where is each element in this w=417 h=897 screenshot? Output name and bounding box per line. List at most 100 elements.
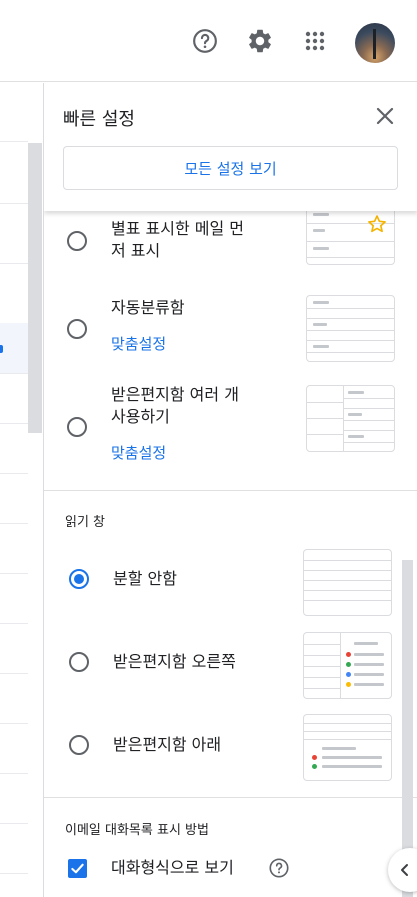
chevron-left-icon: [401, 864, 408, 876]
preview-divider: [304, 580, 391, 581]
preview-divider: [304, 644, 340, 645]
option-label-multiple-inboxes: 받은편지함 여러 개 사용하기: [111, 384, 239, 428]
preview-line: [313, 229, 325, 232]
radio-below-inbox[interactable]: [69, 735, 89, 755]
checkmark-icon: [71, 863, 84, 874]
preview-divider: [343, 442, 394, 443]
no-split-preview: [303, 549, 392, 616]
preview-line: [313, 301, 329, 304]
preview-divider: [304, 739, 391, 740]
preview-line: [354, 663, 384, 666]
option-label-line: 별표 표시한 메일 먼: [111, 219, 245, 238]
list-item[interactable]: [0, 323, 28, 373]
list-row-divider: [0, 673, 28, 674]
top-bar: [0, 0, 417, 82]
list-row-divider: [0, 203, 28, 204]
radio-categorized[interactable]: [67, 319, 87, 339]
preview-line: [354, 673, 384, 676]
preview-line: [322, 747, 356, 750]
customize-link-multiple-inboxes[interactable]: 맞춤설정: [111, 442, 166, 463]
option-label-categorized: 자동분류함: [111, 298, 185, 317]
option-label-no-split: 분할 안함: [113, 569, 177, 588]
preview-divider: [304, 655, 340, 656]
list-row-divider: [0, 473, 28, 474]
preview-divider: [307, 434, 343, 435]
list-row-divider: [0, 623, 28, 624]
preview-vdivider: [340, 633, 341, 698]
preview-line: [354, 642, 378, 645]
preview-divider: [307, 418, 343, 419]
list-row-divider: [0, 373, 28, 374]
green-dot: [312, 764, 317, 769]
below-inbox-preview: [303, 714, 392, 781]
red-dot: [312, 755, 317, 760]
preview-divider: [307, 308, 394, 309]
radio-right-of-inbox[interactable]: [69, 652, 89, 672]
preview-divider: [304, 731, 391, 732]
preview-line: [313, 213, 329, 216]
categorized-preview: [306, 295, 395, 362]
list-row-divider: [0, 141, 28, 142]
preview-line: [348, 391, 364, 394]
quick-settings-header: 빠른 설정 모든 설정 보기: [44, 83, 417, 211]
yellow-dot: [346, 682, 351, 687]
help-icon[interactable]: [268, 857, 290, 879]
multiple-inboxes-preview: [306, 385, 395, 452]
radio-no-split[interactable]: [69, 569, 89, 589]
preview-divider: [307, 318, 394, 319]
preview-line: [348, 413, 362, 416]
preview-divider: [343, 430, 394, 431]
option-label-line: 저 표시: [111, 241, 161, 260]
close-icon[interactable]: [372, 103, 398, 129]
option-label-line: 받은편지함 여러 개: [111, 385, 239, 404]
option-label-starred-first: 별표 표시한 메일 먼 저 표시: [111, 218, 244, 262]
panel-title: 빠른 설정: [63, 109, 135, 130]
gear-icon[interactable]: [243, 24, 277, 58]
mail-list-scrollbar[interactable]: [28, 143, 42, 433]
preview-line: [313, 247, 329, 250]
radio-multiple-inboxes[interactable]: [67, 417, 87, 437]
preview-line: [354, 683, 384, 686]
preview-line: [354, 653, 384, 656]
see-all-settings-button[interactable]: 모든 설정 보기: [63, 146, 398, 190]
apps-grid-icon[interactable]: [298, 24, 332, 58]
preview-divider: [343, 398, 394, 399]
preview-divider: [343, 420, 394, 421]
avatar[interactable]: [355, 23, 395, 63]
help-icon[interactable]: [188, 24, 222, 58]
option-label-line: 사용하기: [111, 407, 170, 426]
list-row-divider: [0, 873, 28, 874]
preview-divider: [304, 560, 391, 561]
preview-divider: [304, 723, 391, 724]
preview-divider: [307, 241, 394, 242]
preview-divider: [304, 570, 391, 571]
preview-line: [322, 765, 382, 768]
option-label-right-of-inbox: 받은편지함 오른쪽: [113, 652, 236, 671]
right-of-inbox-preview: [303, 632, 392, 699]
preview-divider: [304, 600, 391, 601]
preview-line: [322, 756, 382, 759]
preview-line: [348, 435, 364, 438]
conversation-view-label: 대화형식으로 보기: [111, 858, 234, 877]
preview-divider: [304, 677, 340, 678]
customize-link-categorized[interactable]: 맞춤설정: [111, 333, 166, 354]
red-dot: [346, 652, 351, 657]
list-row-divider: [0, 723, 28, 724]
list-row-divider: [0, 423, 28, 424]
preview-divider: [304, 590, 391, 591]
quick-settings-panel: 빠른 설정 모든 설정 보기 별표 표시한 메일 먼 저 표시 자동분류함 맞춤…: [43, 83, 417, 897]
preview-line: [313, 323, 327, 326]
radio-starred-first[interactable]: [67, 231, 87, 251]
preview-divider: [307, 330, 394, 331]
panel-scrollbar[interactable]: [402, 560, 413, 897]
blue-dot: [346, 672, 351, 677]
list-row-divider: [0, 823, 28, 824]
preview-divider: [307, 352, 394, 353]
list-row-divider: [0, 523, 28, 524]
preview-divider: [307, 340, 394, 341]
conversation-view-checkbox[interactable]: [68, 859, 87, 878]
unread-marker: [0, 345, 3, 353]
list-row-divider: [0, 263, 28, 264]
list-row-divider: [0, 773, 28, 774]
preview-divider: [343, 408, 394, 409]
